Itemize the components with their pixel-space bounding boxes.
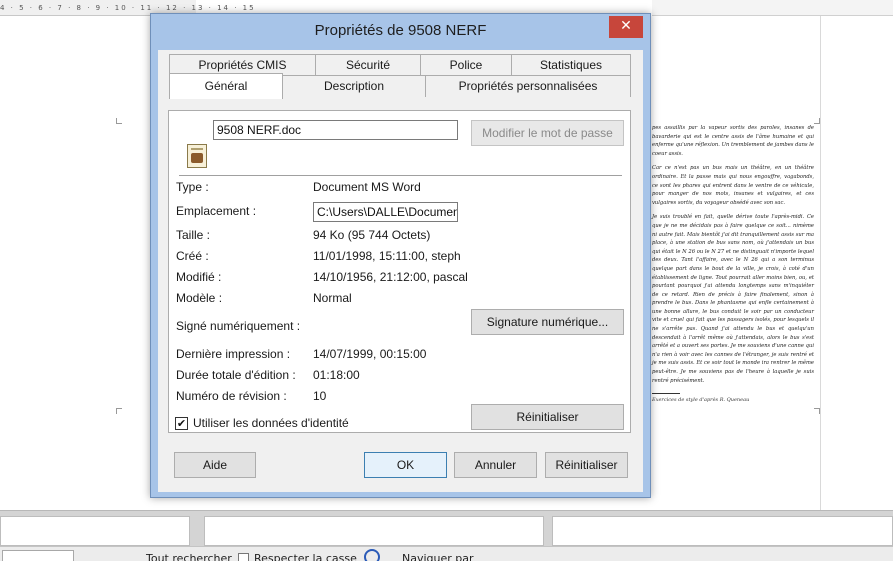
editing-time-value: 01:18:00 <box>313 368 360 382</box>
use-user-data-checkbox[interactable]: ✔ <box>175 417 188 430</box>
revision-label: Numéro de révision : <box>176 389 287 403</box>
document-body-text: pes assaillis par la vapeur sortis des p… <box>652 124 814 391</box>
dialog-title: Propriétés de 9508 NERF <box>314 22 487 39</box>
last-printed-label: Dernière impression : <box>176 347 291 361</box>
find-toolbar: Tout rechercher Respecter la casse Navig… <box>0 546 893 561</box>
properties-dialog: Propriétés de 9508 NERF ✕ Propriétés CMI… <box>150 13 651 498</box>
size-label: Taille : <box>176 228 211 242</box>
digitally-signed-label: Signé numériquement : <box>176 319 301 333</box>
filename-input[interactable]: 9508 NERF.doc <box>213 120 458 140</box>
type-label: Type : <box>176 180 209 194</box>
tab-label: Statistiques <box>539 58 603 72</box>
last-printed-value: 14/07/1999, 00:15:00 <box>313 347 427 361</box>
location-label: Emplacement : <box>176 204 257 218</box>
section-separator <box>179 175 622 176</box>
tab-general[interactable]: Général <box>169 73 283 99</box>
document-paragraph: Car ce n'est pas un bus mais un théâtre,… <box>652 165 814 206</box>
page-corner-mark <box>116 408 122 414</box>
match-case-checkbox[interactable] <box>238 553 249 561</box>
ruler-marks: 4 · 5 · 6 · 7 · 8 · 9 · 10 · 11 · 12 · 1… <box>0 4 256 12</box>
next-page-preview <box>204 516 544 546</box>
reset-user-data-button[interactable]: Réinitialiser <box>471 404 624 430</box>
reset-button[interactable]: Réinitialiser <box>545 452 628 478</box>
tab-label: Police <box>449 58 483 72</box>
find-all-button[interactable]: Tout rechercher <box>146 552 232 561</box>
footnote-separator <box>652 393 680 394</box>
tab-label: Propriétés personnalisées <box>458 79 598 93</box>
page-corner-mark <box>814 408 820 414</box>
word-document-icon <box>187 144 207 168</box>
ok-button[interactable]: OK <box>364 452 447 478</box>
tab-label: Sécurité <box>345 58 391 72</box>
match-case-label: Respecter la casse <box>254 552 357 561</box>
tab-statistics[interactable]: Statistiques <box>511 54 631 76</box>
next-page-preview <box>0 516 190 546</box>
general-tab-panel: 9508 NERF.doc Modifier le mot de passe T… <box>168 110 631 433</box>
navigate-by-label: Naviguer par <box>402 552 474 561</box>
page-corner-mark <box>814 118 820 124</box>
tab-security[interactable]: Sécurité <box>315 54 421 76</box>
help-button[interactable]: Aide <box>174 452 256 478</box>
tab-font[interactable]: Police <box>420 54 512 76</box>
use-user-data-label: Utiliser les données d'identité <box>193 416 349 430</box>
dialog-titlebar[interactable]: Propriétés de 9508 NERF ✕ <box>151 14 650 50</box>
document-paragraph: Je suis troublé en fait, quelle dérive t… <box>652 214 814 384</box>
dialog-client-area: Propriétés CMIS Sécurité Police Statisti… <box>158 50 643 492</box>
type-value: Document MS Word <box>313 180 421 194</box>
tab-description[interactable]: Description <box>282 75 426 97</box>
check-icon: ✔ <box>176 417 187 430</box>
next-page-preview <box>552 516 893 546</box>
location-field[interactable]: C:\Users\DALLE\Documents <box>313 202 458 222</box>
modified-value: 14/10/1956, 21:12:00, pascal <box>313 270 468 284</box>
created-label: Créé : <box>176 249 209 263</box>
template-value: Normal <box>313 291 352 305</box>
cancel-button[interactable]: Annuler <box>454 452 537 478</box>
created-value: 11/01/1998, 15:11:00, steph <box>313 249 461 263</box>
editing-time-label: Durée totale d'édition : <box>176 368 296 382</box>
horizontal-ruler-right <box>652 0 893 16</box>
change-password-button[interactable]: Modifier le mot de passe <box>471 120 624 146</box>
tab-label: Description <box>323 79 385 93</box>
page-edge <box>820 16 821 510</box>
modified-label: Modifié : <box>176 270 222 284</box>
document-paragraph: pes assaillis par la vapeur sortis des p… <box>652 125 814 157</box>
tab-custom-properties[interactable]: Propriétés personnalisées <box>425 75 631 97</box>
size-value: 94 Ko (95 744 Octets) <box>313 228 431 242</box>
close-icon: ✕ <box>620 18 632 34</box>
tab-label: Général <box>204 79 248 93</box>
revision-value: 10 <box>313 389 327 403</box>
find-input[interactable] <box>2 550 74 561</box>
close-button[interactable]: ✕ <box>609 16 643 38</box>
tab-label: Propriétés CMIS <box>198 58 287 72</box>
document-footnote: Exercices de style d'après R. Queneau <box>652 397 750 403</box>
page-corner-mark <box>116 118 122 124</box>
search-icon[interactable] <box>364 549 380 561</box>
template-label: Modèle : <box>176 291 223 305</box>
digital-signature-button[interactable]: Signature numérique... <box>471 309 624 335</box>
